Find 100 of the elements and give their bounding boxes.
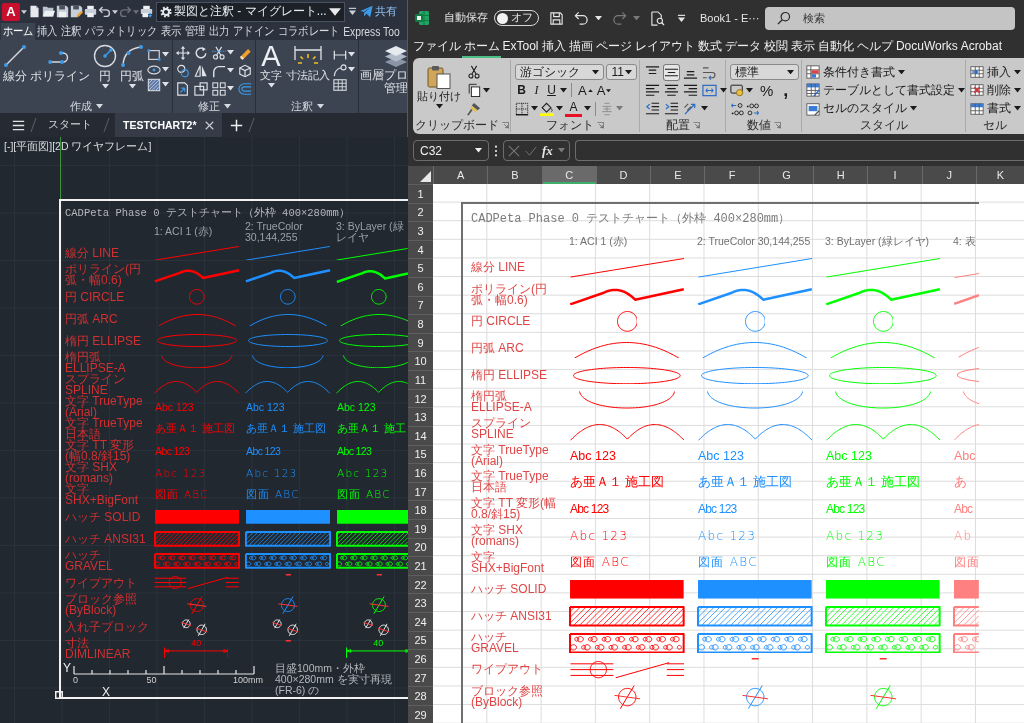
conditional-format-button[interactable]: 条件付き書式: [806, 63, 963, 82]
accounting-format-icon[interactable]: [730, 83, 744, 98]
undo-icon[interactable]: [98, 5, 111, 18]
ribbon-tab[interactable]: 挿入: [35, 23, 60, 40]
comma-style-button[interactable]: ,: [779, 82, 793, 99]
save-icon[interactable]: [549, 10, 564, 26]
ribbon-tab[interactable]: Acrobat: [959, 36, 1004, 58]
format-cells-button[interactable]: 書式: [970, 99, 1022, 118]
ribbon-tab[interactable]: データ: [723, 36, 763, 58]
caret-icon[interactable]: [560, 88, 567, 93]
align-middle-icon[interactable]: [663, 63, 680, 81]
ribbon-tab[interactable]: ホーム: [0, 23, 36, 40]
paste-button[interactable]: 貼り付け: [417, 63, 461, 118]
ribbon-tab[interactable]: パラメトリック: [83, 23, 160, 40]
italic-button[interactable]: I: [530, 82, 543, 99]
move-icon[interactable]: [176, 45, 190, 60]
table-icon[interactable]: [333, 77, 347, 92]
ribbon-tab[interactable]: アドイン: [231, 23, 277, 40]
cube-icon[interactable]: [238, 63, 252, 78]
caret-icon[interactable]: [112, 9, 118, 14]
printer-icon[interactable]: [84, 5, 97, 18]
panel-menu[interactable]: 作成: [3, 100, 169, 113]
file-tab[interactable]: スタート: [42, 113, 98, 137]
caret-icon[interactable]: [584, 106, 591, 111]
underline-button[interactable]: U: [545, 82, 558, 99]
undo-icon[interactable]: [574, 10, 589, 26]
ribbon-tab[interactable]: 表示: [789, 36, 817, 58]
dimension-button[interactable]: 寸法記入: [286, 44, 330, 100]
document-search-icon[interactable]: [650, 10, 665, 26]
decrease-decimal-icon[interactable]: [746, 101, 760, 116]
caret-icon[interactable]: [701, 106, 708, 111]
ribbon-tab[interactable]: ファイル: [411, 36, 462, 58]
column-header[interactable]: C: [541, 166, 596, 184]
caret-icon[interactable]: [162, 82, 169, 87]
ribbon-tab[interactable]: 注釈: [59, 23, 84, 40]
mirror-icon[interactable]: [194, 63, 208, 78]
ribbon-tab[interactable]: 数式: [696, 36, 724, 58]
save-as-icon[interactable]: [70, 5, 83, 18]
dialog-launcher-icon[interactable]: [692, 121, 700, 129]
shrink-font-button[interactable]: A: [596, 82, 612, 99]
caret-icon[interactable]: [227, 68, 234, 73]
rotate-icon[interactable]: [194, 45, 208, 60]
line-button[interactable]: 線分: [3, 44, 27, 100]
viewport-label[interactable]: [-][平面図][2D ワイヤフレーム]: [4, 140, 152, 154]
checkmark-icon[interactable]: [525, 144, 537, 157]
customize-menu-icon[interactable]: [347, 7, 357, 16]
workspace-dropdown[interactable]: 製図と注釈 - マイグレート...: [156, 1, 345, 22]
hatch-tool-icon[interactable]: [147, 77, 161, 92]
fillet-icon[interactable]: [212, 63, 226, 78]
ribbon-tab[interactable]: 自動化: [816, 36, 856, 58]
ribbon-tab[interactable]: ヘルプ: [855, 36, 895, 58]
customize-menu-icon[interactable]: [677, 13, 686, 23]
paintbrush-icon[interactable]: [467, 101, 481, 116]
font-color-button[interactable]: A: [565, 100, 582, 118]
menu-icon[interactable]: [12, 118, 25, 132]
ribbon-tab[interactable]: DocuWorks: [894, 36, 960, 58]
polyline-button[interactable]: ポリライン: [30, 44, 90, 100]
scissors-icon[interactable]: [467, 65, 481, 80]
text-button[interactable]: A 文字: [259, 44, 283, 100]
new-file-icon[interactable]: [28, 5, 41, 18]
file-tab[interactable]: TESTCHART2*: [115, 113, 222, 137]
caret-icon[interactable]: [556, 106, 563, 111]
insert-cells-button[interactable]: 挿入: [970, 63, 1022, 82]
formula-input[interactable]: [574, 140, 1024, 161]
delete-cells-button[interactable]: 削除: [970, 81, 1022, 100]
insert-function-button[interactable]: fx: [542, 142, 553, 159]
ribbon-tab[interactable]: 校閲: [762, 36, 790, 58]
font-name-dropdown[interactable]: 游ゴシック: [515, 64, 605, 81]
rectangle-tool-icon[interactable]: [147, 47, 161, 62]
cell-styles-button[interactable]: セルのスタイル: [806, 99, 963, 118]
grid-array-icon[interactable]: [212, 81, 226, 96]
ribbon-tab[interactable]: コラボレート: [276, 23, 342, 40]
bold-button[interactable]: B: [515, 82, 528, 99]
ribbon-tab[interactable]: ExTool: [501, 36, 541, 58]
caret-icon[interactable]: [746, 88, 753, 93]
name-box[interactable]: C32: [413, 140, 489, 161]
close-icon[interactable]: [204, 120, 214, 130]
caret-icon[interactable]: [348, 52, 355, 57]
caret-icon[interactable]: [483, 88, 490, 93]
layer-properties-button[interactable]: 画層プロ 管理: [360, 40, 408, 94]
percent-style-button[interactable]: %: [760, 82, 774, 99]
font-size-dropdown[interactable]: 11: [606, 64, 637, 81]
spreadsheet-app-icon[interactable]: [414, 10, 430, 26]
select-all-icon[interactable]: [420, 171, 431, 182]
ribbon-tab[interactable]: 表示: [159, 23, 184, 40]
folder-icon[interactable]: [42, 5, 55, 18]
copy-icon[interactable]: [467, 83, 481, 98]
ribbon-tab[interactable]: ページ レイアウト: [594, 36, 697, 58]
ellipse-tool-icon[interactable]: [147, 62, 161, 77]
caret-icon[interactable]: [595, 15, 602, 21]
save-icon[interactable]: [56, 5, 69, 18]
ribbon-tab[interactable]: 出力: [207, 23, 232, 40]
caret-icon[interactable]: [227, 86, 234, 91]
borders-icon[interactable]: [515, 101, 529, 116]
caret-icon[interactable]: [531, 106, 538, 111]
format-as-table-button[interactable]: テーブルとして書式設定: [806, 81, 963, 100]
share-button[interactable]: 共有: [359, 4, 397, 19]
caret-icon[interactable]: [227, 50, 234, 55]
copy-icon[interactable]: [176, 63, 190, 78]
caret-icon[interactable]: [348, 67, 355, 72]
